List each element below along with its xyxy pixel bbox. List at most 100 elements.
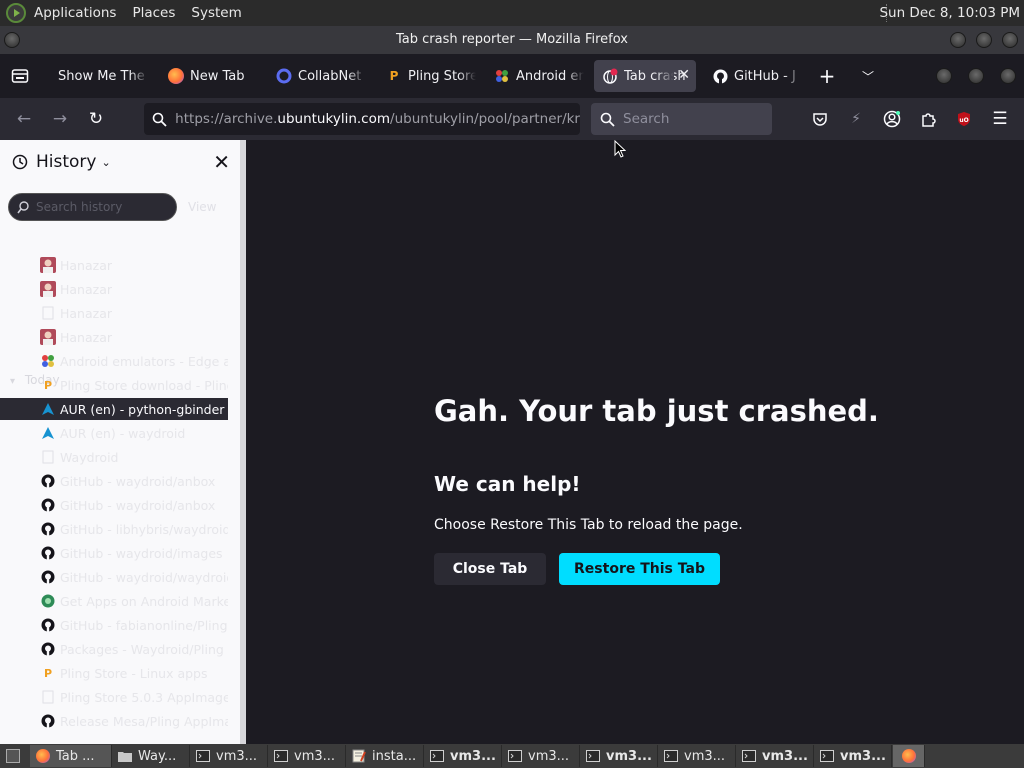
tab-tab-crash[interactable]: Tab crash ✕ xyxy=(594,60,696,92)
history-item[interactable]: P Pling Store download - Pling xyxy=(30,374,228,396)
menu-applications[interactable]: Applications xyxy=(26,0,124,26)
back-arrow-icon: ← xyxy=(16,109,32,129)
history-item[interactable]: Android emulators - Edge ar xyxy=(30,350,228,372)
close-icon: ✕ xyxy=(213,150,230,174)
editor-icon xyxy=(352,749,366,763)
tab-github[interactable]: GitHub - J xyxy=(704,60,802,92)
tabstrip-maximize-icon[interactable] xyxy=(968,68,984,84)
minimize-icon[interactable] xyxy=(950,32,966,48)
history-item[interactable]: GitHub - fabianonline/Pling xyxy=(30,614,228,636)
history-item-label: Android emulators - Edge ar xyxy=(60,353,228,369)
tab-android-em[interactable]: Android em xyxy=(486,60,584,92)
firefox-view-button[interactable] xyxy=(8,64,32,88)
tab-new-tab[interactable]: New Tab xyxy=(160,60,260,92)
back-button[interactable]: ← xyxy=(12,107,36,131)
history-item[interactable]: GitHub - waydroid/waydroid xyxy=(30,566,228,588)
history-item[interactable]: Hanazar xyxy=(30,254,228,276)
window-titlebar[interactable]: Tab crash reporter — Mozilla Firefox xyxy=(0,26,1024,54)
taskbar-window-button[interactable]: vm3... xyxy=(502,745,580,767)
close-window-icon[interactable] xyxy=(1002,32,1018,48)
taskbar-button-label: Way... xyxy=(138,748,177,764)
clock[interactable]: Sun Dec 8, 10:03 PM xyxy=(879,0,1020,26)
url-bar[interactable]: https://archive. ubuntukylin.com/ubuntuky… xyxy=(144,103,580,135)
history-item[interactable]: Hanazar xyxy=(30,326,228,348)
history-item-label: GitHub - libhybris/waydroid xyxy=(60,521,228,537)
firefox-icon xyxy=(168,68,184,84)
github-icon xyxy=(40,617,56,633)
android-icon xyxy=(494,68,510,84)
forward-button[interactable]: → xyxy=(48,107,72,131)
extensions-button[interactable] xyxy=(916,107,940,131)
sidebar-header[interactable]: History ⌄ xyxy=(0,140,240,184)
blank-page-icon xyxy=(40,689,56,705)
taskbar-window-button[interactable]: vm3... xyxy=(268,745,346,767)
window-menu-icon[interactable] xyxy=(4,32,20,48)
maximize-icon[interactable] xyxy=(976,32,992,48)
new-tab-button[interactable]: + xyxy=(815,64,839,88)
sidebar-title: History xyxy=(36,152,97,172)
navigation-toolbar: ← → ↻ https://archive. ubuntukylin.com/ub… xyxy=(0,98,1024,140)
tabstrip-close-icon[interactable] xyxy=(1000,68,1016,84)
reload-button[interactable]: ↻ xyxy=(84,107,108,131)
history-item[interactable]: Waydroid xyxy=(30,446,228,468)
history-item-label: GitHub - waydroid/waydroid xyxy=(60,569,228,585)
history-item[interactable]: GitHub - waydroid/anbox xyxy=(30,470,228,492)
system-panel: Applications Places System Sun Dec 8, 10… xyxy=(0,0,1024,26)
close-tab-icon[interactable]: ✕ xyxy=(678,67,690,83)
sidebar-close-button[interactable]: ✕ xyxy=(213,150,230,174)
view-button[interactable]: View xyxy=(188,200,216,214)
ublock-button[interactable]: uO xyxy=(952,107,976,131)
globe-warning-icon xyxy=(602,68,618,84)
taskbar-window-button[interactable]: Tab ... xyxy=(30,745,112,767)
history-item[interactable]: Packages - Waydroid/Pling xyxy=(30,638,228,660)
taskbar-window-button[interactable]: vm3... xyxy=(190,745,268,767)
history-item-label: Packages - Waydroid/Pling xyxy=(60,641,224,657)
crash-message: Gah. Your tab just crashed. We can help!… xyxy=(434,394,894,585)
taskbar-window-button[interactable]: insta... xyxy=(346,745,424,767)
history-item[interactable]: AUR (en) - python-gbinder xyxy=(0,398,228,420)
history-item-label: Hanazar xyxy=(60,257,113,273)
taskbar-window-button[interactable]: vm3... xyxy=(424,745,502,767)
history-item[interactable]: Get Apps on Android Market xyxy=(30,590,228,612)
show-desktop-button[interactable] xyxy=(2,745,28,767)
extension-button[interactable]: ⚡ xyxy=(844,107,868,131)
app-menu-button[interactable]: ☰ xyxy=(988,107,1012,131)
close-tab-button[interactable]: Close Tab xyxy=(434,553,546,585)
history-item[interactable]: AUR (en) - waydroid xyxy=(30,422,228,444)
taskbar-window-button[interactable]: vm3... xyxy=(814,745,892,767)
taskbar-window-button[interactable]: vm3... xyxy=(580,745,658,767)
github-icon xyxy=(712,68,728,84)
list-all-tabs-button[interactable]: ﹀ xyxy=(856,64,880,88)
terminal-icon xyxy=(508,749,522,763)
terminal-icon xyxy=(430,749,444,763)
search-bar[interactable]: Search xyxy=(591,103,772,135)
tab-show-me-the[interactable]: Show Me The xyxy=(50,60,148,92)
taskbar-window-button[interactable]: vm3... xyxy=(736,745,814,767)
taskbar-button-label: vm3... xyxy=(684,748,726,764)
pocket-button[interactable] xyxy=(808,107,832,131)
account-button[interactable] xyxy=(880,107,904,131)
history-search-input[interactable]: Search history xyxy=(8,193,177,221)
history-item[interactable]: Release Mesa/Pling AppImage xyxy=(30,710,228,732)
history-item[interactable]: GitHub - waydroid/images xyxy=(30,542,228,564)
chevron-down-icon: ﹀ xyxy=(861,69,874,84)
url-prefix: https://archive. xyxy=(175,111,278,127)
taskbar-window-button[interactable]: Way... xyxy=(112,745,190,767)
system-logo-icon[interactable] xyxy=(6,3,26,23)
history-item[interactable]: GitHub - libhybris/waydroid xyxy=(30,518,228,540)
history-item[interactable]: P Pling Store - Linux apps xyxy=(30,662,228,684)
menu-system[interactable]: System xyxy=(183,0,249,26)
history-item[interactable]: Pling Store 5.0.3 AppImage xyxy=(30,686,228,708)
menu-places[interactable]: Places xyxy=(124,0,183,26)
restore-tab-button[interactable]: Restore This Tab xyxy=(559,553,720,585)
tabstrip-minimize-icon[interactable] xyxy=(936,68,952,84)
history-item[interactable]: GitHub - waydroid/anbox xyxy=(30,494,228,516)
history-item-label: AUR (en) - waydroid xyxy=(60,425,186,441)
blank-page-icon xyxy=(40,449,56,465)
tab-pling-store[interactable]: P Pling Store xyxy=(378,60,476,92)
tab-collabnet[interactable]: CollabNet xyxy=(268,60,366,92)
history-item[interactable]: Hanazar xyxy=(30,302,228,324)
history-item[interactable]: Hanazar xyxy=(30,278,228,300)
workspace-switcher[interactable] xyxy=(893,745,925,767)
taskbar-window-button[interactable]: vm3... xyxy=(658,745,736,767)
